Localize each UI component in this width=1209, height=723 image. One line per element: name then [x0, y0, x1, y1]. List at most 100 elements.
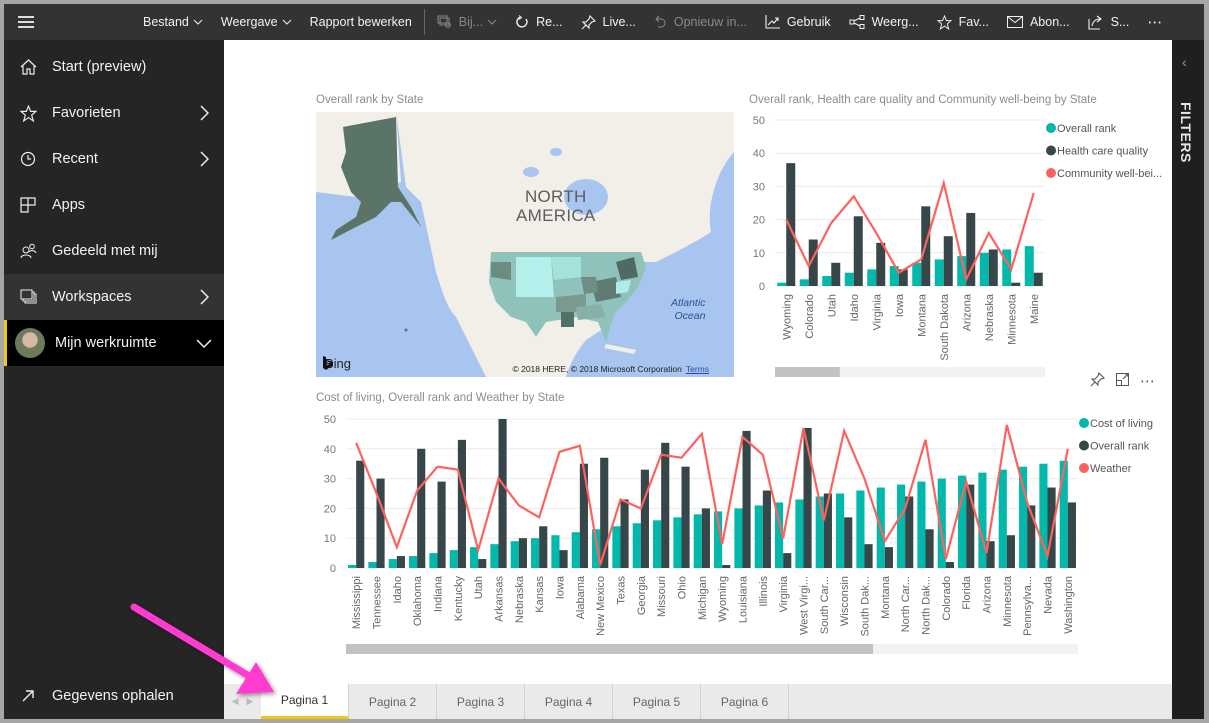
bar-cost-of-living-0[interactable] — [348, 565, 357, 568]
bar-cost-of-living-7[interactable] — [490, 544, 499, 568]
legend-label[interactable]: Health care quality — [1057, 146, 1149, 158]
toolbar-weergave-button[interactable]: Weergave — [212, 4, 301, 40]
toolbar-weerg-button[interactable]: Weerg... — [840, 4, 928, 40]
legend-label[interactable]: Community well-bei... — [1057, 168, 1162, 180]
bar-cost-of-living-8[interactable] — [510, 541, 519, 568]
page-tab-4[interactable]: Pagina 4 — [525, 684, 613, 719]
bar-overall-rank-32[interactable] — [1006, 535, 1015, 568]
toolbar-gebruik-button[interactable]: Gebruik — [756, 4, 840, 40]
next-page-arrow-icon[interactable]: ▶ — [247, 696, 254, 707]
bar-overall-rank-13[interactable] — [620, 499, 629, 568]
toolbar-abon-button[interactable]: Abon... — [998, 4, 1079, 40]
toolbar-opnieuw-in-button[interactable]: Opnieuw in... — [645, 4, 756, 40]
bar-overall-rank-3[interactable] — [844, 272, 854, 286]
toolbar-bij-button[interactable]: Bij... — [428, 4, 506, 40]
bar-overall-rank-2[interactable] — [822, 276, 832, 286]
bar-cost-of-living-9[interactable] — [531, 538, 540, 568]
bar-cost-of-living-33[interactable] — [1019, 466, 1028, 568]
bar-health-care-quality-2[interactable] — [831, 262, 841, 286]
focus-mode-button[interactable] — [1115, 372, 1130, 390]
bar-overall-rank-15[interactable] — [661, 442, 670, 568]
bar-cost-of-living-25[interactable] — [856, 490, 865, 568]
bar-cost-of-living-35[interactable] — [1059, 460, 1068, 568]
bar-health-care-quality-3[interactable] — [853, 216, 863, 286]
bar-cost-of-living-2[interactable] — [388, 559, 397, 568]
bar-overall-rank-11[interactable] — [1024, 246, 1034, 286]
bar-overall-rank-1[interactable] — [376, 478, 385, 568]
pin-visual-button[interactable] — [1090, 371, 1106, 390]
scrollbar-thumb[interactable] — [775, 367, 840, 377]
bar-overall-rank-9[interactable] — [539, 526, 548, 568]
bar-cost-of-living-17[interactable] — [693, 514, 702, 568]
bar-overall-rank-17[interactable] — [701, 508, 710, 568]
bar-overall-rank-3[interactable] — [417, 448, 426, 568]
toolbar-rapport-bewerken-button[interactable]: Rapport bewerken — [301, 4, 421, 40]
legend-label[interactable]: Overall rank — [1057, 123, 1117, 135]
sidebar-item-start-preview[interactable]: Start (preview) — [4, 44, 224, 90]
bar-overall-rank-35[interactable] — [1067, 502, 1076, 568]
bar-health-care-quality-10[interactable] — [1011, 282, 1021, 286]
sidebar-item-recent[interactable]: Recent — [4, 136, 224, 182]
bar-cost-of-living-4[interactable] — [429, 553, 438, 568]
bar-cost-of-living-28[interactable] — [917, 481, 926, 568]
bar-cost-of-living-13[interactable] — [612, 526, 621, 568]
hamburger-menu-button[interactable] — [4, 4, 48, 40]
bar-overall-rank-4[interactable] — [437, 481, 446, 568]
bar-overall-rank-9[interactable] — [979, 252, 989, 286]
sidebar-item-apps[interactable]: Apps — [4, 182, 224, 228]
bar-overall-rank-4[interactable] — [867, 269, 877, 286]
bar-overall-rank-5[interactable] — [457, 439, 466, 568]
terms-link[interactable]: Terms — [686, 364, 709, 374]
sidebar-item-favorieten[interactable]: Favorieten — [4, 90, 224, 136]
toolbar-re-button[interactable]: Re... — [506, 4, 571, 40]
bar-overall-rank-28[interactable] — [925, 529, 934, 568]
filters-pane[interactable]: ‹ FILTERS — [1172, 40, 1204, 719]
bar-overall-rank-2[interactable] — [396, 556, 405, 568]
prev-page-arrow-icon[interactable]: ◀ — [232, 696, 239, 707]
page-tab-2[interactable]: Pagina 2 — [349, 684, 437, 719]
bar-overall-rank-18[interactable] — [722, 565, 731, 568]
bar-cost-of-living-19[interactable] — [734, 508, 743, 568]
sidebar-item-gedeeld-met-mij[interactable]: Gedeeld met mij — [4, 228, 224, 274]
expand-filters-chevron-icon[interactable]: ‹ — [1182, 54, 1187, 70]
bar-health-care-quality-9[interactable] — [988, 249, 998, 286]
bar-overall-rank-21[interactable] — [783, 553, 792, 568]
bar-cost-of-living-24[interactable] — [836, 493, 845, 569]
bar-overall-rank-14[interactable] — [640, 469, 649, 568]
bar-cost-of-living-20[interactable] — [754, 505, 763, 568]
bar-overall-rank-6[interactable] — [478, 559, 487, 568]
sidebar-item-mijn-werkruimte[interactable]: Mijn werkruimte — [4, 320, 224, 366]
get-data-button[interactable]: Gegevens ophalen — [4, 673, 224, 719]
bar-overall-rank-34[interactable] — [1047, 487, 1056, 568]
bar-overall-rank-1[interactable] — [799, 279, 809, 286]
bar-cost-of-living-27[interactable] — [897, 484, 906, 568]
bar-overall-rank-29[interactable] — [945, 562, 954, 568]
bar-overall-rank-0[interactable] — [356, 460, 365, 568]
page-tab-3[interactable]: Pagina 3 — [437, 684, 525, 719]
bar-cost-of-living-22[interactable] — [795, 499, 804, 568]
bar-cost-of-living-15[interactable] — [653, 520, 662, 568]
bar-health-care-quality-4[interactable] — [876, 242, 886, 286]
bar-overall-rank-26[interactable] — [884, 547, 893, 568]
toolbar-live-button[interactable]: Live... — [572, 4, 645, 40]
chevron-right-icon[interactable] — [184, 151, 224, 167]
bar-overall-rank-7[interactable] — [498, 419, 507, 568]
bar-cost-of-living-31[interactable] — [978, 472, 987, 568]
bar-cost-of-living-5[interactable] — [449, 550, 458, 568]
page-tab-6[interactable]: Pagina 6 — [701, 684, 789, 719]
bar-cost-of-living-32[interactable] — [998, 469, 1007, 568]
bar-health-care-quality-11[interactable] — [1033, 272, 1043, 286]
bar-overall-rank-20[interactable] — [762, 490, 771, 568]
bar-overall-rank-19[interactable] — [742, 430, 751, 568]
bar-cost-of-living-14[interactable] — [632, 523, 641, 568]
bar-overall-rank-25[interactable] — [864, 544, 873, 568]
chevron-down-icon[interactable] — [184, 338, 224, 348]
bar-overall-rank-0[interactable] — [777, 282, 787, 286]
legend-label[interactable]: Overall rank — [1090, 441, 1150, 453]
clustered-combo-chart-health[interactable]: 0 10 20 30 40 50 Wyoming Colorado Utah Idaho Virgi… — [744, 108, 1164, 383]
bar-cost-of-living-6[interactable] — [470, 547, 479, 568]
legend-label[interactable]: Weather — [1090, 463, 1132, 475]
legend-label[interactable]: Cost of living — [1090, 418, 1153, 430]
bar-overall-rank-7[interactable] — [934, 259, 944, 286]
bar-overall-rank-11[interactable] — [579, 463, 588, 568]
